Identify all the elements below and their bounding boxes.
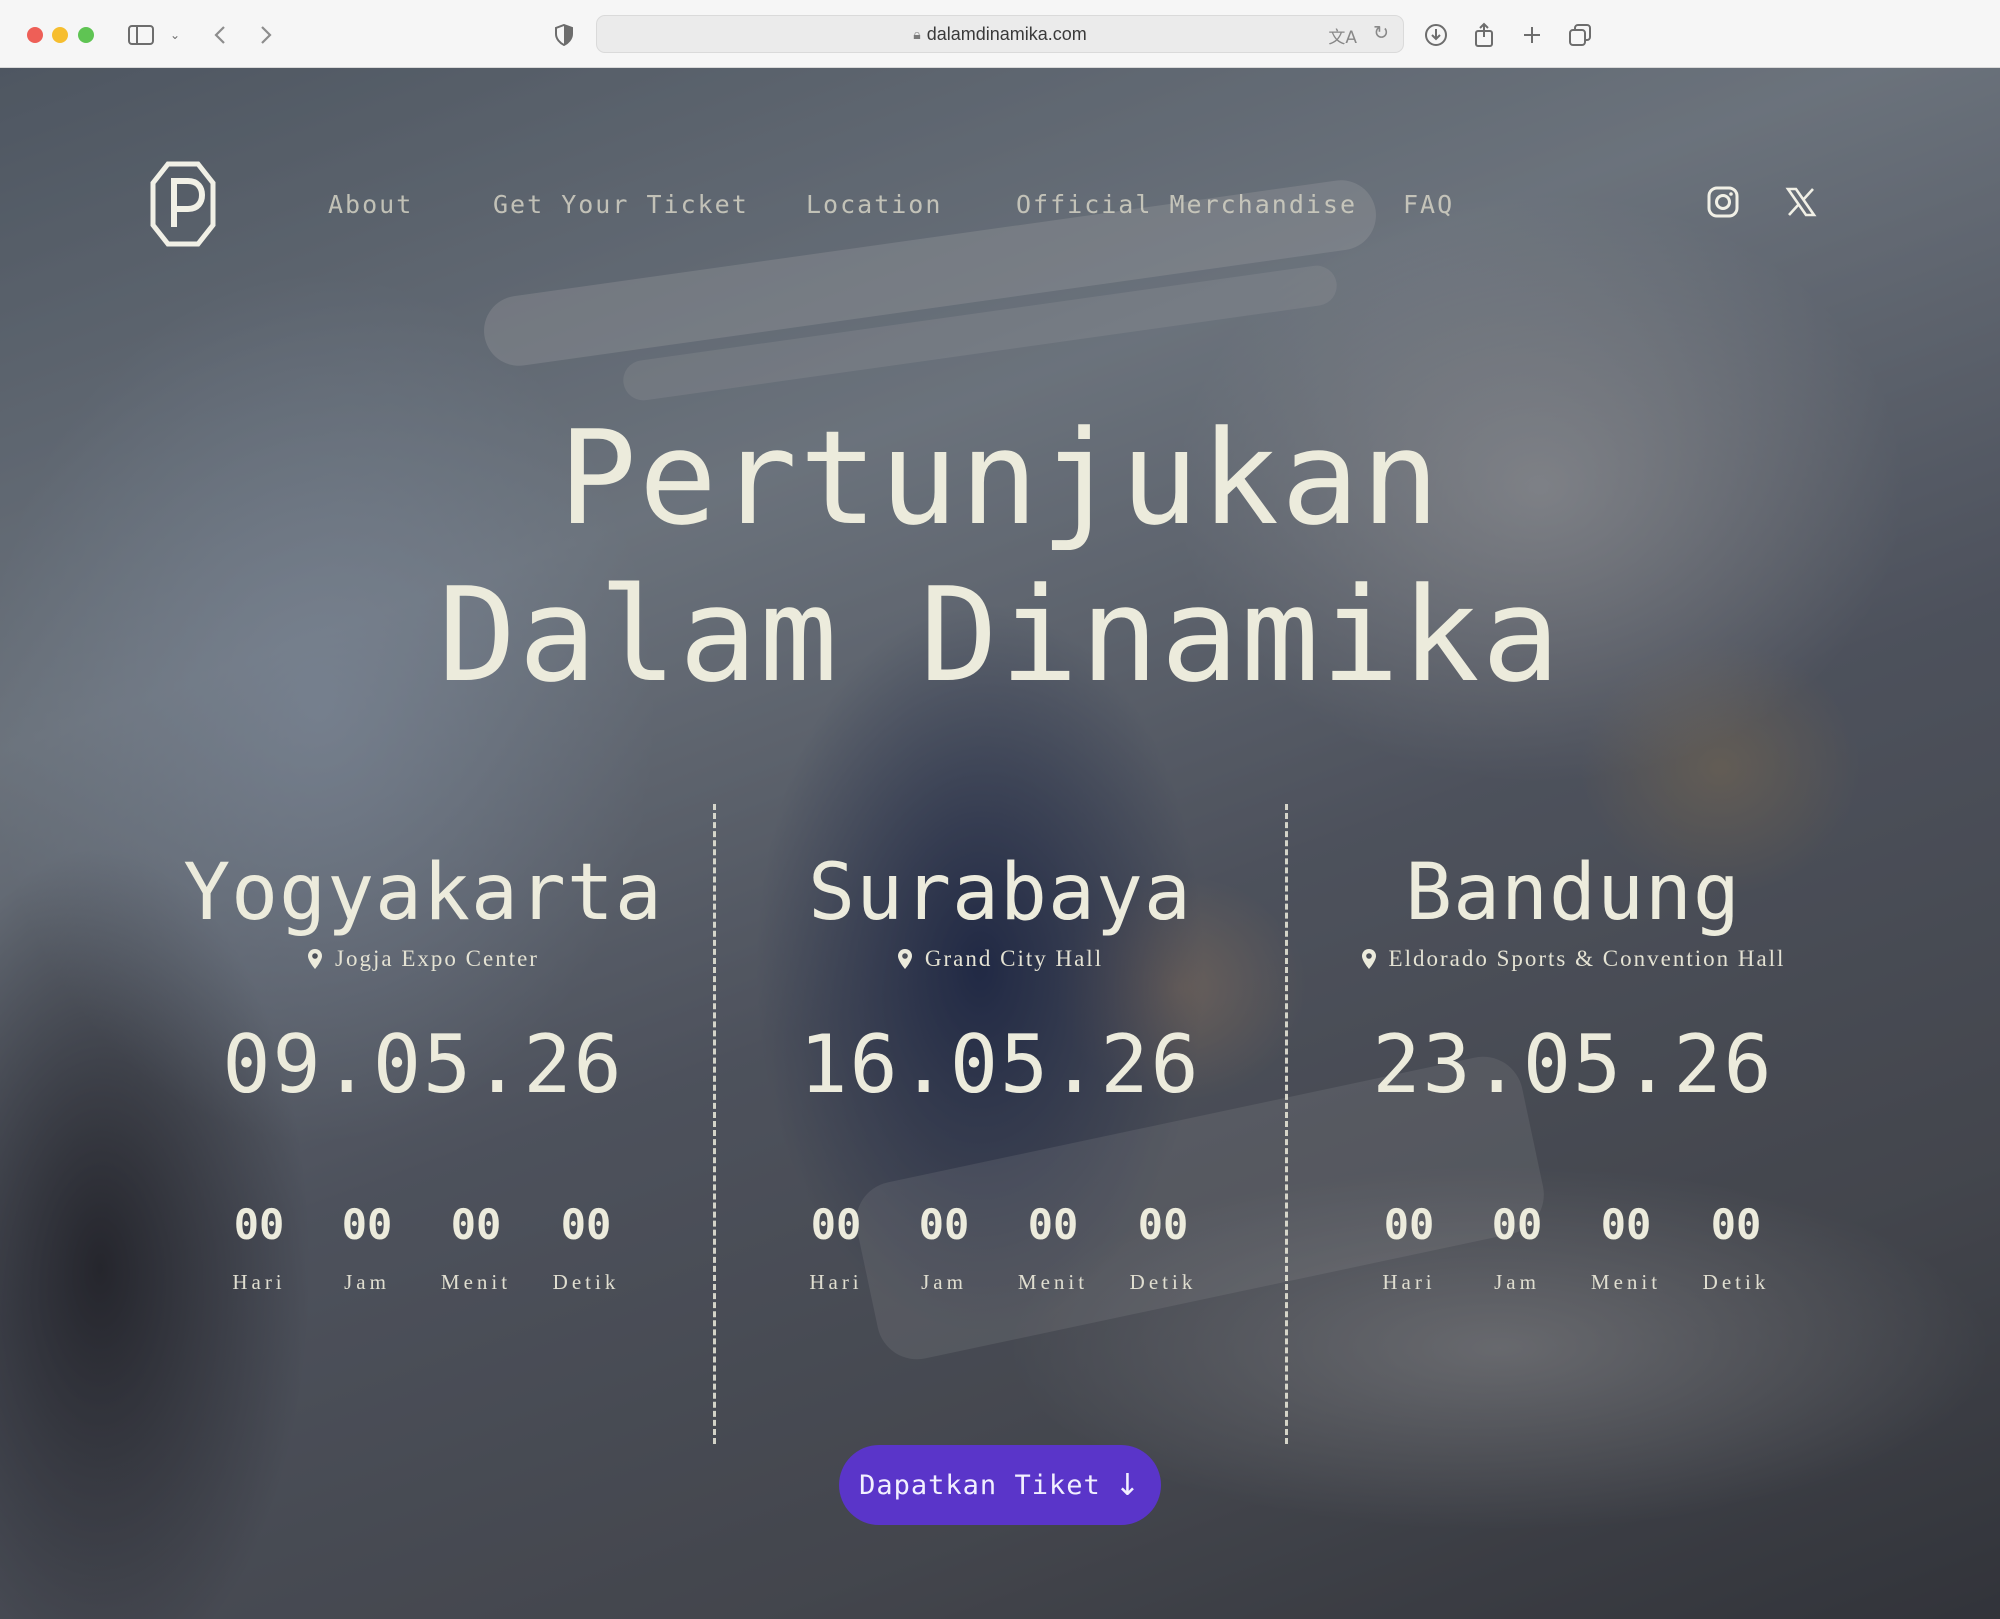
- countdown-minutes: 00 Menit: [998, 1200, 1108, 1295]
- nav-item-location[interactable]: Location: [806, 190, 942, 219]
- venue: Jogja Expo Center: [153, 946, 693, 972]
- location-pin-icon: [897, 949, 912, 969]
- location-pin-icon: [308, 949, 323, 969]
- countdown-value: 00: [560, 1200, 612, 1249]
- countdown-label: Detik: [552, 1270, 620, 1294]
- city-name: Bandung: [1405, 848, 1741, 938]
- countdown-value: 00: [1710, 1200, 1762, 1249]
- countdown-minutes: 00 Menit: [1571, 1200, 1681, 1295]
- countdown-days: 00 Hari: [782, 1200, 890, 1295]
- countdown-value: 00: [1383, 1200, 1435, 1249]
- nav-item-official-merchandise[interactable]: Official Merchandise: [1016, 190, 1357, 219]
- countdown-label: Hari: [232, 1270, 286, 1294]
- countdown-label: Jam: [1494, 1270, 1540, 1294]
- tab-overview-icon[interactable]: [1566, 18, 1594, 52]
- share-icon[interactable]: [1470, 18, 1498, 52]
- event-date: 23.05.26: [1372, 1018, 1774, 1111]
- instagram-icon[interactable]: [1707, 186, 1743, 222]
- address-bar[interactable]: 🔒︎ dalamdinamika.com 文A ↻: [596, 15, 1404, 53]
- column-divider: [1285, 804, 1288, 1444]
- venue-name: Eldorado Sports & Convention Hall: [1388, 946, 1786, 971]
- nav-item-faq[interactable]: FAQ: [1403, 190, 1454, 219]
- close-window-button[interactable]: [27, 27, 43, 43]
- nav-item-about[interactable]: About: [328, 190, 413, 219]
- countdown-value: 00: [450, 1200, 502, 1249]
- countdown-days: 00 Hari: [205, 1200, 313, 1295]
- back-icon[interactable]: [208, 18, 232, 52]
- download-icon[interactable]: [1422, 18, 1450, 52]
- city-name: Surabaya: [808, 848, 1192, 938]
- countdown-label: Menit: [1017, 1270, 1089, 1294]
- get-ticket-button[interactable]: Dapatkan Tiket ↓: [839, 1445, 1161, 1525]
- countdown-value: 00: [341, 1200, 393, 1249]
- hero-section: About Get Your Ticket Location Official …: [0, 68, 2000, 1619]
- countdown: 00 Hari 00 Jam 00 Menit 00 Detik: [1303, 1200, 1843, 1295]
- countdown-value: 00: [918, 1200, 970, 1249]
- hero-title-line-2: Dalam Dinamika: [438, 559, 1562, 711]
- countdown: 00 Hari 00 Jam 00 Menit 00 Detik: [153, 1200, 693, 1295]
- hero-overlay: [0, 68, 2000, 1619]
- countdown-value: 00: [1137, 1200, 1189, 1249]
- countdown-label: Menit: [440, 1270, 512, 1294]
- arrow-down-icon: ↓: [1114, 1467, 1141, 1503]
- new-tab-icon[interactable]: [1518, 18, 1546, 52]
- sidebar-toggle-icon[interactable]: [126, 18, 156, 52]
- countdown-seconds: 00 Detik: [1681, 1200, 1791, 1295]
- privacy-shield-icon[interactable]: [552, 18, 576, 52]
- chevron-down-icon[interactable]: ⌄: [166, 18, 184, 52]
- lock-icon: 🔒︎: [913, 25, 921, 42]
- location-pin-icon: [1361, 949, 1376, 969]
- countdown-hours: 00 Jam: [313, 1200, 421, 1295]
- venue: Eldorado Sports & Convention Hall: [1303, 946, 1843, 972]
- countdown-seconds: 00 Detik: [531, 1200, 641, 1295]
- countdown-label: Hari: [809, 1270, 863, 1294]
- maximize-window-button[interactable]: [78, 27, 94, 43]
- nav-item-get-your-ticket[interactable]: Get Your Ticket: [493, 190, 749, 219]
- event-yogyakarta: Yogyakarta Jogja Expo Center 09.05.26 00…: [153, 848, 693, 1295]
- countdown-value: 00: [1027, 1200, 1079, 1249]
- x-icon[interactable]: [1785, 186, 1821, 222]
- countdown-value: 00: [233, 1200, 285, 1249]
- reload-icon[interactable]: ↻: [1373, 22, 1389, 44]
- countdown-value: 00: [810, 1200, 862, 1249]
- url-text: dalamdinamika.com: [926, 23, 1087, 44]
- countdown-label: Jam: [921, 1270, 967, 1294]
- countdown-label: Jam: [344, 1270, 390, 1294]
- venue: Grand City Hall: [730, 946, 1270, 972]
- countdown: 00 Hari 00 Jam 00 Menit 00 Detik: [730, 1200, 1270, 1295]
- get-ticket-label: Dapatkan Tiket: [859, 1469, 1101, 1501]
- countdown-days: 00 Hari: [1355, 1200, 1463, 1295]
- venue-name: Grand City Hall: [924, 946, 1104, 971]
- event-date: 16.05.26: [799, 1018, 1201, 1111]
- countdown-hours: 00 Jam: [890, 1200, 998, 1295]
- countdown-label: Hari: [1382, 1270, 1436, 1294]
- countdown-label: Menit: [1590, 1270, 1662, 1294]
- main-navigation: About Get Your Ticket Location Official …: [0, 190, 2000, 240]
- venue-name: Jogja Expo Center: [335, 946, 539, 971]
- countdown-minutes: 00 Menit: [421, 1200, 531, 1295]
- countdown-label: Detik: [1129, 1270, 1197, 1294]
- column-divider: [713, 804, 716, 1444]
- event-bandung: Bandung Eldorado Sports & Convention Hal…: [1303, 848, 1843, 1295]
- translate-icon[interactable]: 文A: [1328, 23, 1357, 48]
- hero-title-line-1: Pertunjukan: [558, 402, 1442, 554]
- countdown-value: 00: [1600, 1200, 1652, 1249]
- countdown-value: 00: [1491, 1200, 1543, 1249]
- countdown-hours: 00 Jam: [1463, 1200, 1571, 1295]
- browser-toolbar: ⌄ 🔒︎ dalamdinamika.com 文A ↻: [0, 0, 2000, 68]
- city-name: Yogyakarta: [183, 848, 663, 938]
- forward-icon[interactable]: [254, 18, 278, 52]
- event-date: 09.05.26: [222, 1018, 624, 1111]
- minimize-window-button[interactable]: [52, 27, 68, 43]
- countdown-label: Detik: [1702, 1270, 1770, 1294]
- countdown-seconds: 00 Detik: [1108, 1200, 1218, 1295]
- event-surabaya: Surabaya Grand City Hall 16.05.26 00 Hari…: [730, 848, 1270, 1295]
